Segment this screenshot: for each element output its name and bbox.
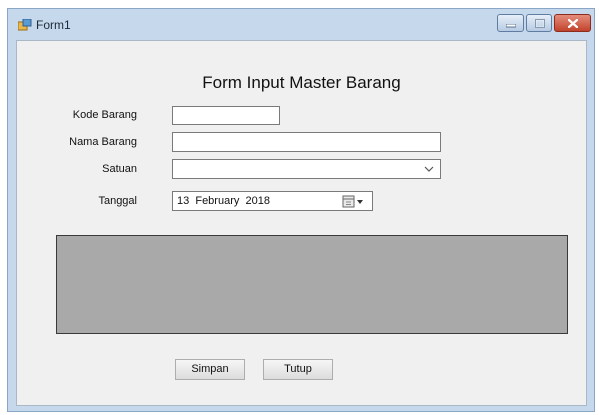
tanggal-value: 13 February 2018 [177, 195, 270, 207]
title-bar[interactable]: Form1 [8, 9, 594, 40]
minimize-icon [506, 24, 516, 28]
tutup-button[interactable]: Tutup [263, 359, 333, 380]
data-grid-panel[interactable] [56, 235, 568, 334]
maximize-icon [535, 19, 545, 28]
form-app-icon [18, 19, 32, 31]
satuan-label: Satuan [102, 163, 137, 175]
nama-barang-label: Nama Barang [69, 136, 137, 148]
maximize-button[interactable] [526, 14, 552, 32]
chevron-down-icon[interactable] [424, 164, 434, 174]
kode-barang-label: Kode Barang [72, 109, 137, 121]
form-client-area: Form Input Master Barang Kode Barang Nam… [16, 40, 587, 406]
calendar-icon[interactable] [342, 195, 364, 208]
simpan-button[interactable]: Simpan [175, 359, 245, 380]
close-button[interactable] [554, 14, 591, 32]
close-icon [568, 19, 578, 28]
tanggal-label: Tanggal [98, 195, 137, 207]
tanggal-date-picker[interactable]: 13 February 2018 [172, 191, 373, 211]
window-title: Form1 [36, 18, 71, 32]
form-heading: Form Input Master Barang [202, 73, 401, 92]
form-window: Form1 Form Input Master Barang Kode Bara… [7, 8, 595, 412]
nama-barang-input[interactable] [172, 132, 441, 152]
kode-barang-input[interactable] [172, 106, 280, 125]
minimize-button[interactable] [497, 14, 524, 32]
satuan-select[interactable] [172, 159, 441, 179]
